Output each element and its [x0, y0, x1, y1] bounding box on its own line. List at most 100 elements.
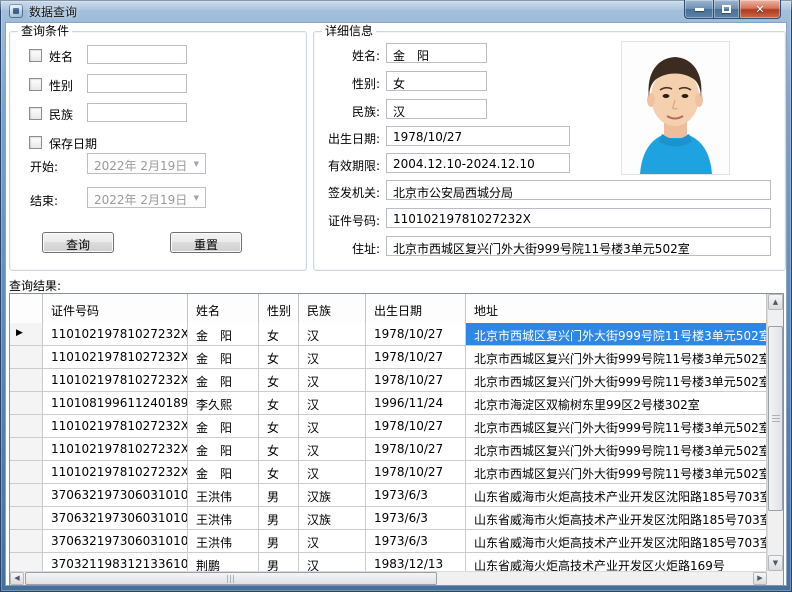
cell[interactable]: 370632197306031010 — [43, 484, 188, 506]
cell[interactable]: 11010219781027232X — [43, 461, 188, 483]
cell[interactable]: 1978/10/27 — [366, 461, 466, 483]
cell[interactable]: 北京市西城区复兴门外大街999号院11号楼3单元502室 — [466, 461, 767, 483]
cell[interactable]: 1978/10/27 — [366, 323, 466, 345]
cell[interactable]: 女 — [259, 323, 299, 345]
table-row[interactable]: 370632197306031010王洪伟男汉族1973/6/3山东省威海市火炬… — [10, 484, 767, 507]
table-row[interactable]: 11010219781027232X金 阳女汉1978/10/27北京市西城区复… — [10, 346, 767, 369]
issuing-authority-value-field[interactable]: 北京市公安局西城分局 — [386, 180, 771, 200]
cell[interactable]: 1978/10/27 — [366, 415, 466, 437]
cell[interactable]: 女 — [259, 346, 299, 368]
row-selector-cell[interactable] — [10, 530, 43, 552]
cell[interactable]: 11010219781027232X — [43, 369, 188, 391]
scroll-left-button[interactable]: ◀ — [10, 572, 24, 585]
table-row[interactable]: 370632197306031010王洪伟男汉1973/6/3山东省威海市火炬高… — [10, 530, 767, 553]
row-selector-cell[interactable] — [10, 369, 43, 391]
minimize-button[interactable] — [684, 0, 713, 19]
cell[interactable]: 370321198312133610 — [43, 553, 188, 571]
row-selector-cell[interactable] — [10, 507, 43, 529]
maximize-button[interactable] — [713, 0, 740, 19]
cell[interactable]: 男 — [259, 553, 299, 571]
cell[interactable]: 11010219781027232X — [43, 346, 188, 368]
titlebar[interactable]: 数据查询 — [0, 0, 792, 22]
row-selector-cell[interactable] — [10, 415, 43, 437]
row-selector-cell[interactable] — [10, 461, 43, 483]
reset-button[interactable]: 重置 — [170, 232, 242, 253]
column-header-4[interactable]: 出生日期 — [366, 294, 466, 323]
row-selector-cell[interactable] — [10, 438, 43, 460]
column-header-2[interactable]: 性别 — [259, 294, 299, 323]
column-header-1[interactable]: 姓名 — [188, 294, 259, 323]
cell[interactable]: 王洪伟 — [188, 507, 259, 529]
cell[interactable]: 汉 — [299, 392, 366, 414]
cell[interactable]: 1973/6/3 — [366, 484, 466, 506]
row-selector-cell[interactable]: ▶ — [10, 323, 43, 345]
cell[interactable]: 1996/11/24 — [366, 392, 466, 414]
cell[interactable]: 北京市西城区复兴门外大街999号院11号楼3单元502室 — [466, 323, 767, 345]
table-row[interactable]: 11010219781027232X金 阳女汉1978/10/27北京市西城区复… — [10, 438, 767, 461]
row-selector-cell[interactable] — [10, 484, 43, 506]
cell[interactable]: 汉 — [299, 415, 366, 437]
save-date-checkbox[interactable] — [29, 136, 42, 149]
cell[interactable]: 山东省威海市火炬高技术产业开发区沈阳路185号703室 — [466, 507, 767, 529]
cell[interactable]: 110108199611240189 — [43, 392, 188, 414]
column-header-3[interactable]: 民族 — [299, 294, 366, 323]
cell[interactable]: 汉族 — [299, 484, 366, 506]
name-value-field[interactable]: 金 阳 — [386, 43, 487, 63]
name-checkbox[interactable] — [29, 49, 42, 62]
cell[interactable]: 汉 — [299, 346, 366, 368]
table-row[interactable]: 370321198312133610荆鹏男汉1983/12/13山东省威海火炬高… — [10, 553, 767, 571]
cell[interactable]: 汉族 — [299, 507, 366, 529]
cell[interactable]: 女 — [259, 438, 299, 460]
cell[interactable]: 北京市西城区复兴门外大街999号院11号楼3单元502室 — [466, 346, 767, 368]
cell[interactable]: 北京市西城区复兴门外大街999号院11号楼3单元502室 — [466, 415, 767, 437]
row-selector-cell[interactable] — [10, 392, 43, 414]
cell[interactable]: 1983/12/13 — [366, 553, 466, 571]
row-selector-cell[interactable] — [10, 553, 43, 571]
scroll-right-button[interactable]: ▶ — [753, 572, 767, 585]
start-date-picker[interactable]: 2022年 2月19日▼ — [87, 153, 206, 174]
table-row[interactable]: 11010219781027232X金 阳女汉1978/10/27北京市西城区复… — [10, 461, 767, 484]
valid-period-value-field[interactable]: 2004.12.10-2024.12.10 — [386, 153, 570, 173]
id-number-value-field[interactable]: 11010219781027232X — [386, 208, 771, 228]
end-date-picker[interactable]: 2022年 2月19日▼ — [87, 187, 206, 208]
cell[interactable]: 汉 — [299, 323, 366, 345]
cell[interactable]: 山东省威海市火炬高技术产业开发区沈阳路185号703室 — [466, 530, 767, 552]
cell[interactable]: 11010219781027232X — [43, 415, 188, 437]
gender-filter-input[interactable] — [87, 74, 187, 93]
query-button[interactable]: 查询 — [42, 232, 114, 253]
cell[interactable]: 370632197306031010 — [43, 507, 188, 529]
cell[interactable]: 北京市西城区复兴门外大街999号院11号楼3单元502室 — [466, 369, 767, 391]
cell[interactable]: 王洪伟 — [188, 530, 259, 552]
ethnicity-checkbox[interactable] — [29, 107, 42, 120]
cell[interactable]: 山东省威海火炬高技术产业开发区火炬路169号 — [466, 553, 767, 571]
birth-date-value-field[interactable]: 1978/10/27 — [386, 126, 570, 146]
horizontal-scroll-thumb[interactable] — [25, 572, 437, 585]
close-button[interactable]: ✕ — [740, 0, 781, 19]
table-row[interactable]: ▶11010219781027232X金 阳女汉1978/10/27北京市西城区… — [10, 323, 767, 346]
cell[interactable]: 金 阳 — [188, 369, 259, 391]
table-row[interactable]: 110108199611240189李久熙女汉1996/11/24北京市海淀区双… — [10, 392, 767, 415]
cell[interactable]: 王洪伟 — [188, 484, 259, 506]
cell[interactable]: 1978/10/27 — [366, 438, 466, 460]
cell[interactable]: 汉 — [299, 461, 366, 483]
cell[interactable]: 女 — [259, 392, 299, 414]
cell[interactable]: 汉 — [299, 369, 366, 391]
cell[interactable]: 1978/10/27 — [366, 346, 466, 368]
cell[interactable]: 1978/10/27 — [366, 369, 466, 391]
cell[interactable]: 男 — [259, 507, 299, 529]
name-filter-input[interactable] — [87, 45, 187, 64]
cell[interactable]: 11010219781027232X — [43, 438, 188, 460]
address-value-field[interactable]: 北京市西城区复兴门外大街999号院11号楼3单元502室 — [386, 236, 771, 256]
cell[interactable]: 北京市西城区复兴门外大街999号院11号楼3单元502室 — [466, 438, 767, 460]
row-selector-cell[interactable] — [10, 346, 43, 368]
cell[interactable]: 汉 — [299, 530, 366, 552]
table-row[interactable]: 11010219781027232X金 阳女汉1978/10/27北京市西城区复… — [10, 415, 767, 438]
horizontal-scrollbar[interactable]: ◀ ▶ — [10, 571, 767, 585]
cell[interactable]: 女 — [259, 415, 299, 437]
cell[interactable]: 金 阳 — [188, 415, 259, 437]
cell[interactable]: 山东省威海市火炬高技术产业开发区沈阳路185号703室 — [466, 484, 767, 506]
cell[interactable]: 金 阳 — [188, 438, 259, 460]
cell[interactable]: 女 — [259, 461, 299, 483]
cell[interactable]: 370632197306031010 — [43, 530, 188, 552]
gender-checkbox[interactable] — [29, 78, 42, 91]
